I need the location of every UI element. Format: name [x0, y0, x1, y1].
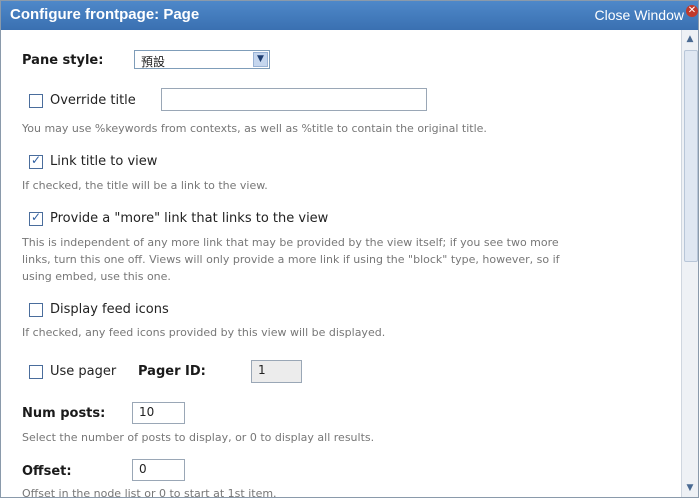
- dialog-content: Pane style: 預設 ▼ Override title You may …: [1, 30, 681, 497]
- close-icon[interactable]: ✕: [686, 5, 698, 17]
- dialog-title: Configure frontpage: Page: [10, 6, 200, 23]
- offset-description: Offset in the node list or 0 to start at…: [22, 487, 277, 497]
- override-title-input[interactable]: [161, 88, 427, 111]
- scroll-up-icon[interactable]: ▲: [683, 32, 697, 46]
- use-pager-checkbox[interactable]: [29, 365, 43, 379]
- scrollbar-thumb[interactable]: [684, 50, 698, 262]
- pager-id-input[interactable]: 1: [251, 360, 302, 383]
- more-link-checkbox[interactable]: [29, 210, 43, 226]
- feed-icons-label: Display feed icons: [50, 302, 169, 317]
- link-title-checkbox[interactable]: [29, 153, 43, 169]
- pane-style-select[interactable]: 預設 ▼: [134, 50, 270, 69]
- num-posts-input[interactable]: 10: [132, 402, 185, 424]
- feed-icons-checkbox[interactable]: [29, 303, 43, 317]
- scroll-down-icon[interactable]: ▼: [683, 481, 697, 495]
- override-title-checkbox[interactable]: [29, 94, 43, 108]
- vertical-scrollbar[interactable]: ▲ ▼: [681, 30, 698, 497]
- close-window-link[interactable]: Close Window: [595, 7, 684, 23]
- feed-icons-description: If checked, any feed icons provided by t…: [22, 326, 386, 339]
- link-title-description: If checked, the title will be a link to …: [22, 179, 268, 192]
- pager-id-label: Pager ID:: [138, 364, 206, 379]
- num-posts-label: Num posts:: [22, 406, 106, 421]
- offset-label: Offset:: [22, 464, 72, 479]
- link-title-label: Link title to view: [50, 154, 158, 169]
- use-pager-label: Use pager: [50, 364, 117, 379]
- more-link-description-line: This is independent of any more link tha…: [22, 236, 559, 249]
- more-link-description-line: using embed, use this one.: [22, 270, 171, 283]
- pane-style-label: Pane style:: [22, 53, 104, 68]
- configure-dialog: Configure frontpage: Page Close Window ✕…: [0, 0, 699, 498]
- override-title-description: You may use %keywords from contexts, as …: [22, 122, 487, 135]
- dialog-titlebar: Configure frontpage: Page Close Window ✕: [1, 1, 698, 30]
- more-link-label: Provide a "more" link that links to the …: [50, 211, 329, 226]
- chevron-down-icon[interactable]: ▼: [253, 52, 268, 67]
- offset-input[interactable]: 0: [132, 459, 185, 481]
- pane-style-value: 預設: [141, 55, 166, 69]
- num-posts-description: Select the number of posts to display, o…: [22, 431, 375, 444]
- more-link-description-line: links, turn this one off. Views will onl…: [22, 253, 560, 266]
- more-link-description: This is independent of any more link tha…: [22, 234, 681, 285]
- override-title-label: Override title: [50, 93, 136, 108]
